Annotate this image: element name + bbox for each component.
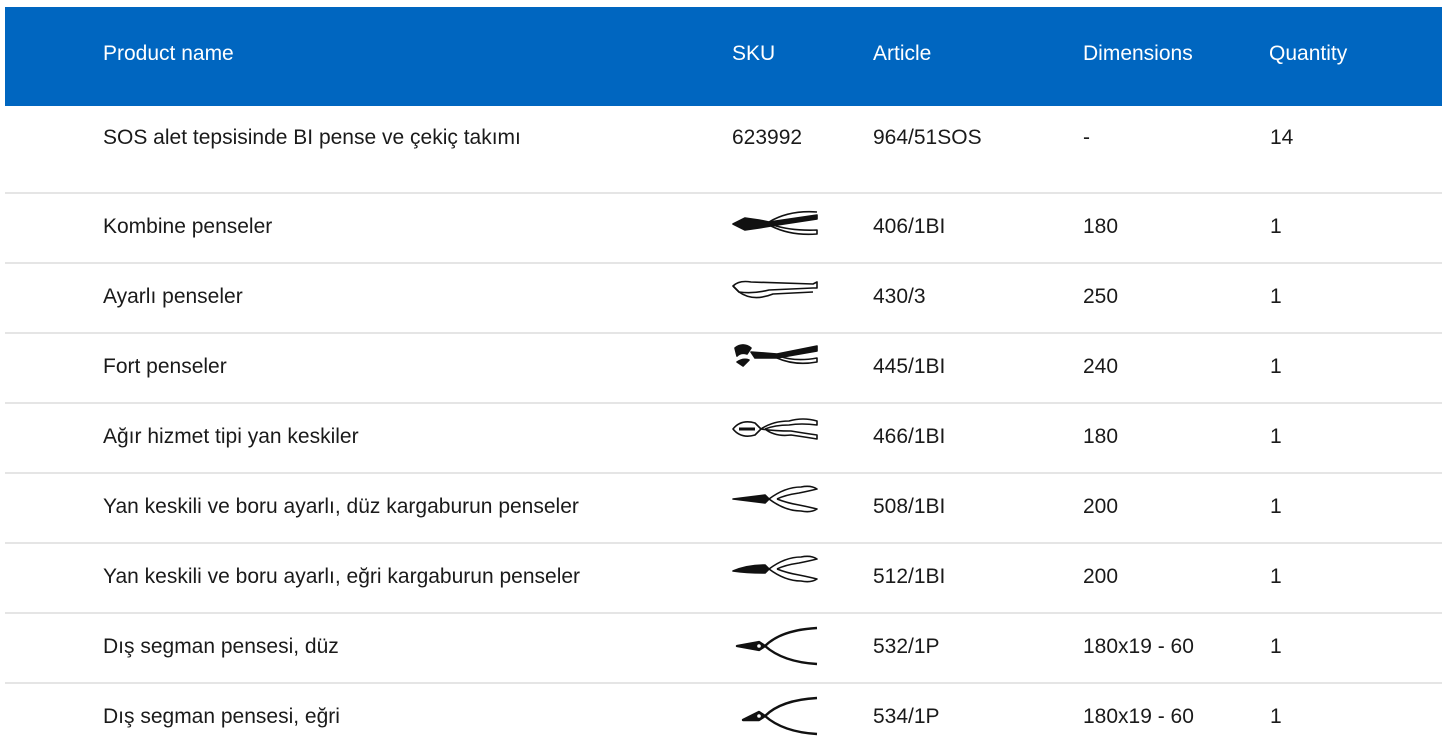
dimensions-value: 180x19 - 60 [1083, 705, 1194, 728]
table-row[interactable]: SOS alet tepsisinde BI pense ve çekiç ta… [5, 106, 1442, 194]
product-name[interactable]: Yan keskili ve boru ayarlı, düz kargabur… [103, 493, 579, 521]
product-table: Product name SKU Article Dimensions Quan… [5, 7, 1442, 752]
quantity-value: 1 [1270, 215, 1282, 238]
table-header: Product name SKU Article Dimensions Quan… [5, 7, 1442, 106]
side-cutter-icon [729, 413, 819, 449]
table-row[interactable]: Dış segman pensesi, eğri 534/1P 180x19 -… [5, 684, 1442, 752]
dimensions-value: 200 [1083, 565, 1119, 588]
quantity-value: 1 [1270, 425, 1282, 448]
table-row[interactable]: Fort penseler 445/1BI 240 1 [5, 334, 1442, 404]
table-row[interactable]: Ayarlı penseler 430/3 250 1 [5, 264, 1442, 334]
product-name[interactable]: SOS alet tepsisinde BI pense ve çekiç ta… [103, 124, 521, 152]
table-row[interactable]: Yan keskili ve boru ayarlı, düz kargabur… [5, 474, 1442, 544]
quantity-value: 1 [1270, 285, 1282, 308]
table-row[interactable]: Yan keskili ve boru ayarlı, eğri kargabu… [5, 544, 1442, 614]
combination-pliers-icon [729, 206, 819, 242]
dimensions-value: 250 [1083, 285, 1119, 308]
circlip-pliers-icon [729, 626, 819, 666]
quantity-value: 1 [1270, 635, 1282, 658]
article-number: 534/1P [873, 705, 940, 728]
article-number: 445/1BI [873, 355, 946, 378]
bent-nose-pliers-icon [729, 551, 819, 587]
article-number: 406/1BI [873, 215, 946, 238]
article-number: 532/1P [873, 635, 940, 658]
header-article[interactable]: Article [873, 40, 931, 68]
header-dimensions[interactable]: Dimensions [1083, 40, 1193, 68]
product-name[interactable]: Kombine penseler [103, 213, 272, 241]
dimensions-value: 240 [1083, 355, 1119, 378]
table-row[interactable]: Ağır hizmet tipi yan keskiler 466/1BI 18… [5, 404, 1442, 474]
table-row[interactable]: Dış segman pensesi, düz 532/1P 180x19 - … [5, 614, 1442, 684]
locking-pliers-icon [729, 272, 819, 308]
dimensions-value: 180 [1083, 215, 1119, 238]
needle-nose-pliers-icon [729, 481, 819, 517]
article-number: 512/1BI [873, 565, 946, 588]
product-name[interactable]: Dış segman pensesi, eğri [103, 703, 340, 731]
dimensions-value: 200 [1083, 495, 1119, 518]
quantity-value: 14 [1270, 126, 1294, 149]
header-sku[interactable]: SKU [732, 40, 775, 68]
dimensions-value: 180 [1083, 425, 1119, 448]
product-name[interactable]: Yan keskili ve boru ayarlı, eğri kargabu… [103, 563, 580, 591]
article-number: 430/3 [873, 285, 926, 308]
product-name[interactable]: Dış segman pensesi, düz [103, 633, 339, 661]
dimensions-value: - [1083, 126, 1090, 149]
quantity-value: 1 [1270, 495, 1282, 518]
header-quantity[interactable]: Quantity [1269, 40, 1347, 68]
quantity-value: 1 [1270, 355, 1282, 378]
dimensions-value: 180x19 - 60 [1083, 635, 1194, 658]
table-row[interactable]: Kombine penseler 406/1BI 180 1 [5, 194, 1442, 264]
header-product-name[interactable]: Product name [103, 40, 234, 68]
circlip-pliers-bent-icon [729, 696, 819, 736]
quantity-value: 1 [1270, 565, 1282, 588]
product-name[interactable]: Ağır hizmet tipi yan keskiler [103, 423, 359, 451]
product-name[interactable]: Ayarlı penseler [103, 283, 243, 311]
article-number: 508/1BI [873, 495, 946, 518]
article-number: 466/1BI [873, 425, 946, 448]
sku-value: 623992 [732, 126, 803, 149]
quantity-value: 1 [1270, 705, 1282, 728]
water-pump-pliers-icon [729, 340, 819, 376]
product-name[interactable]: Fort penseler [103, 353, 227, 381]
article-number: 964/51SOS [873, 126, 982, 149]
